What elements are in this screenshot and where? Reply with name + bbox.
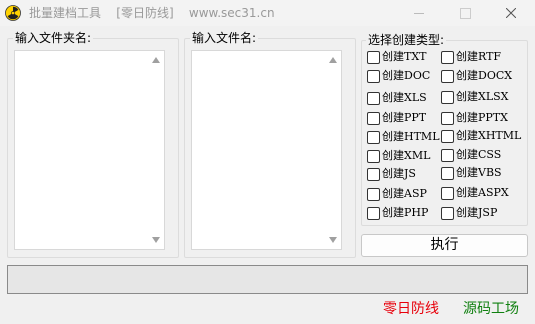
checkbox-xhtml[interactable]: 创建XHTML	[441, 128, 521, 144]
checkbox-box[interactable]	[441, 50, 454, 64]
checkbox-box[interactable]	[367, 130, 380, 144]
maximize-button[interactable]	[442, 0, 488, 26]
checkbox-box[interactable]	[367, 167, 380, 181]
checkbox-txt[interactable]: 创建TXT	[367, 49, 427, 65]
checkbox-jsp[interactable]: 创建JSP	[441, 205, 497, 221]
file-name-label: 输入文件名:	[190, 31, 259, 45]
checkbox-box[interactable]	[441, 148, 454, 162]
scroll-down-icon[interactable]	[152, 237, 160, 243]
minimize-icon	[414, 13, 424, 14]
checkbox-box[interactable]	[367, 91, 380, 105]
file-name-input[interactable]	[191, 50, 342, 250]
checkbox-box[interactable]	[367, 69, 380, 83]
checkbox-box[interactable]	[441, 166, 454, 180]
title-bar: 批量建档工具 [零日防线] www.sec31.cn	[0, 0, 535, 26]
checkbox-doc[interactable]: 创建DOC	[367, 68, 430, 84]
type-select-label: 选择创建类型:	[366, 33, 447, 47]
checkbox-box[interactable]	[367, 187, 380, 201]
checkbox-box[interactable]	[441, 111, 454, 125]
scroll-up-icon[interactable]	[152, 57, 160, 63]
checkbox-asp[interactable]: 创建ASP	[367, 186, 427, 202]
checkbox-php[interactable]: 创建PHP	[367, 205, 428, 221]
folder-name-input[interactable]	[14, 50, 165, 250]
checkbox-xml[interactable]: 创建XML	[367, 148, 430, 164]
checkbox-box[interactable]	[441, 69, 454, 83]
execute-button[interactable]: 执行	[361, 234, 528, 257]
checkbox-css[interactable]: 创建CSS	[441, 147, 501, 163]
checkbox-xls[interactable]: 创建XLS	[367, 90, 427, 106]
checkbox-box[interactable]	[367, 111, 380, 125]
checkbox-js[interactable]: 创建JS	[367, 166, 416, 182]
checkbox-xlsx[interactable]: 创建XLSX	[441, 89, 509, 105]
close-button[interactable]	[488, 0, 534, 26]
radiation-icon[interactable]	[5, 5, 21, 21]
checkbox-rtf[interactable]: 创建RTF	[441, 49, 501, 65]
link-source-workshop[interactable]: 源码工场	[463, 300, 519, 318]
scroll-up-icon[interactable]	[329, 57, 337, 63]
checkbox-docx[interactable]: 创建DOCX	[441, 68, 512, 84]
checkbox-ppt[interactable]: 创建PPT	[367, 110, 426, 126]
close-icon	[506, 8, 516, 18]
checkbox-html[interactable]: 创建HTML	[367, 129, 440, 145]
maximize-icon	[460, 8, 471, 19]
checkbox-box[interactable]	[441, 90, 454, 104]
progress-bar	[7, 265, 528, 294]
checkbox-vbs[interactable]: 创建VBS	[441, 165, 502, 181]
checkbox-box[interactable]	[441, 206, 454, 220]
folder-list-scrollbar[interactable]	[148, 51, 164, 249]
checkbox-aspx[interactable]: 创建ASPX	[441, 185, 509, 201]
minimize-button[interactable]	[396, 0, 442, 26]
checkbox-box[interactable]	[367, 50, 380, 64]
scroll-down-icon[interactable]	[329, 237, 337, 243]
link-zero-day[interactable]: 零日防线	[383, 300, 439, 318]
file-list-scrollbar[interactable]	[325, 51, 341, 249]
folder-name-label: 输入文件夹名:	[13, 31, 94, 45]
checkbox-pptx[interactable]: 创建PPTX	[441, 110, 508, 126]
checkbox-box[interactable]	[441, 186, 454, 200]
checkbox-box[interactable]	[367, 149, 380, 163]
window-title: 批量建档工具 [零日防线] www.sec31.cn	[29, 6, 275, 20]
checkbox-box[interactable]	[441, 129, 454, 143]
checkbox-box[interactable]	[367, 206, 380, 220]
